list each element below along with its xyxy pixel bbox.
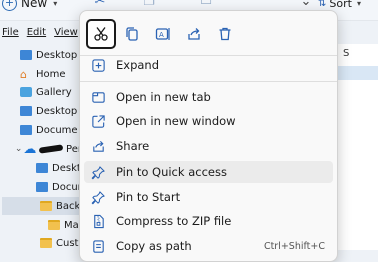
cloud-icon: ☁	[23, 141, 37, 157]
trash-icon	[219, 27, 231, 41]
copy-icon[interactable]: ❐	[141, 0, 157, 10]
menu-item-label: Pin to Start	[116, 190, 181, 204]
nav-item-custom[interactable]: Custo	[40, 234, 85, 252]
nav-item-label: Home	[36, 68, 66, 80]
paste-icon[interactable]: ▭	[198, 0, 214, 10]
copy-icon	[126, 27, 138, 41]
nav-item-label: Desktop	[36, 105, 78, 117]
menu-item-compress-zip[interactable]: Compress to ZIP file	[84, 210, 333, 232]
menu-item-label: Open in new tab	[116, 90, 211, 104]
folder-blue-icon	[36, 163, 48, 173]
menu-item-share[interactable]: Share	[84, 135, 333, 157]
folder-blue-icon	[20, 106, 32, 116]
menu-edit-label: Edit	[26, 27, 47, 38]
chevron-icon[interactable]: ⌄	[298, 0, 314, 10]
menu-item-open-new-window[interactable]: Open in new window	[84, 110, 333, 132]
folder-yellow-icon	[48, 220, 60, 230]
home-icon: ⌂	[20, 67, 27, 81]
menu-item-pin-quick-access[interactable]: Pin to Quick access	[84, 161, 333, 183]
chevron-down-icon: ▾	[53, 0, 58, 8]
share-button[interactable]	[179, 19, 209, 49]
menu-item-label: Copy as path	[116, 239, 192, 253]
menu-file[interactable]: File	[0, 27, 21, 43]
share-icon	[188, 28, 200, 40]
quick-actions-row: A	[86, 19, 241, 49]
nav-item-onedrive-documents[interactable]: Docum	[36, 178, 87, 196]
zip-icon	[90, 213, 106, 229]
folder-blue-icon	[36, 182, 48, 192]
nav-item-desktop-2[interactable]: Desktop	[20, 102, 82, 120]
context-menu: A Expand Open in new tab Open in new win…	[79, 10, 338, 262]
menu-item-label: Pin to Quick access	[116, 165, 227, 179]
share-icon	[90, 138, 106, 154]
menu-item-pin-start[interactable]: Pin to Start	[84, 186, 333, 208]
new-tab-icon	[90, 89, 106, 105]
delete-button[interactable]	[210, 19, 240, 49]
nav-item-onedrive-personal[interactable]: ⌄ ☁ Per	[14, 140, 82, 158]
copy-button[interactable]	[117, 19, 147, 49]
nav-item-onedrive-desktop[interactable]: Deskto	[36, 159, 87, 177]
nav-item-home[interactable]: ⌂ Home	[20, 65, 82, 83]
navigation-pane: Desktop ⌂ Home Gallery Desktop Docume ⌄ …	[0, 44, 87, 252]
nav-item-gallery[interactable]: Gallery	[20, 83, 82, 101]
menu-item-open-new-tab[interactable]: Open in new tab	[84, 86, 333, 108]
chevron-down-icon: ▾	[356, 0, 361, 8]
menu-item-label: Compress to ZIP file	[116, 214, 232, 228]
rename-icon: A	[155, 28, 170, 40]
new-window-icon	[90, 113, 106, 129]
sort-icon: ⇅	[318, 0, 327, 9]
chevron-down-icon: ⌄	[14, 144, 23, 154]
folder-blue-icon	[20, 125, 32, 135]
plus-icon: +	[2, 0, 17, 11]
nav-item-label: Gallery	[36, 86, 72, 98]
pin-icon	[90, 189, 106, 205]
folder-yellow-icon	[40, 201, 52, 211]
nav-item-desktop[interactable]: Desktop	[10, 46, 82, 64]
menu-item-expand[interactable]: Expand	[84, 54, 333, 76]
new-button[interactable]: + New ▾	[2, 0, 57, 13]
nav-item-label: Docume	[36, 124, 78, 136]
copy-path-icon	[90, 238, 106, 254]
nav-item-documents[interactable]: Docume	[20, 121, 82, 139]
menu-item-copy-as-path[interactable]: Copy as path Ctrl+Shift+C	[84, 235, 333, 257]
menu-view[interactable]: View	[52, 27, 80, 43]
svg-text:A: A	[159, 31, 164, 39]
folder-blue-icon	[20, 50, 32, 60]
menu-view-label: View	[54, 27, 78, 38]
selected-row[interactable]	[337, 66, 378, 80]
cut-button[interactable]	[86, 19, 116, 49]
cut-icon	[94, 27, 108, 41]
menu-item-label: Expand	[116, 58, 160, 72]
menu-bar: File Edit View	[0, 27, 80, 43]
menu-item-label: Open in new window	[116, 114, 236, 128]
cut-icon[interactable]: ✂	[92, 0, 108, 10]
column-header[interactable]: S	[343, 48, 349, 59]
sort-button-label: Sort	[329, 0, 352, 10]
nav-item-backgrounds[interactable]: Backg	[2, 197, 87, 215]
menu-file-label: File	[2, 27, 19, 38]
expand-icon	[90, 57, 106, 73]
separator	[80, 81, 337, 82]
file-list: S	[336, 44, 378, 250]
menu-item-label: Share	[116, 139, 150, 153]
pin-icon	[90, 164, 106, 180]
menu-edit[interactable]: Edit	[25, 27, 48, 43]
folder-yellow-icon	[40, 238, 52, 248]
nav-item-label: Desktop	[36, 49, 78, 61]
gallery-icon	[20, 87, 32, 97]
rename-button[interactable]: A	[148, 19, 178, 49]
new-button-label: New	[21, 0, 48, 10]
nav-item-mat[interactable]: Mat	[48, 216, 83, 234]
redacted-name	[38, 144, 64, 154]
